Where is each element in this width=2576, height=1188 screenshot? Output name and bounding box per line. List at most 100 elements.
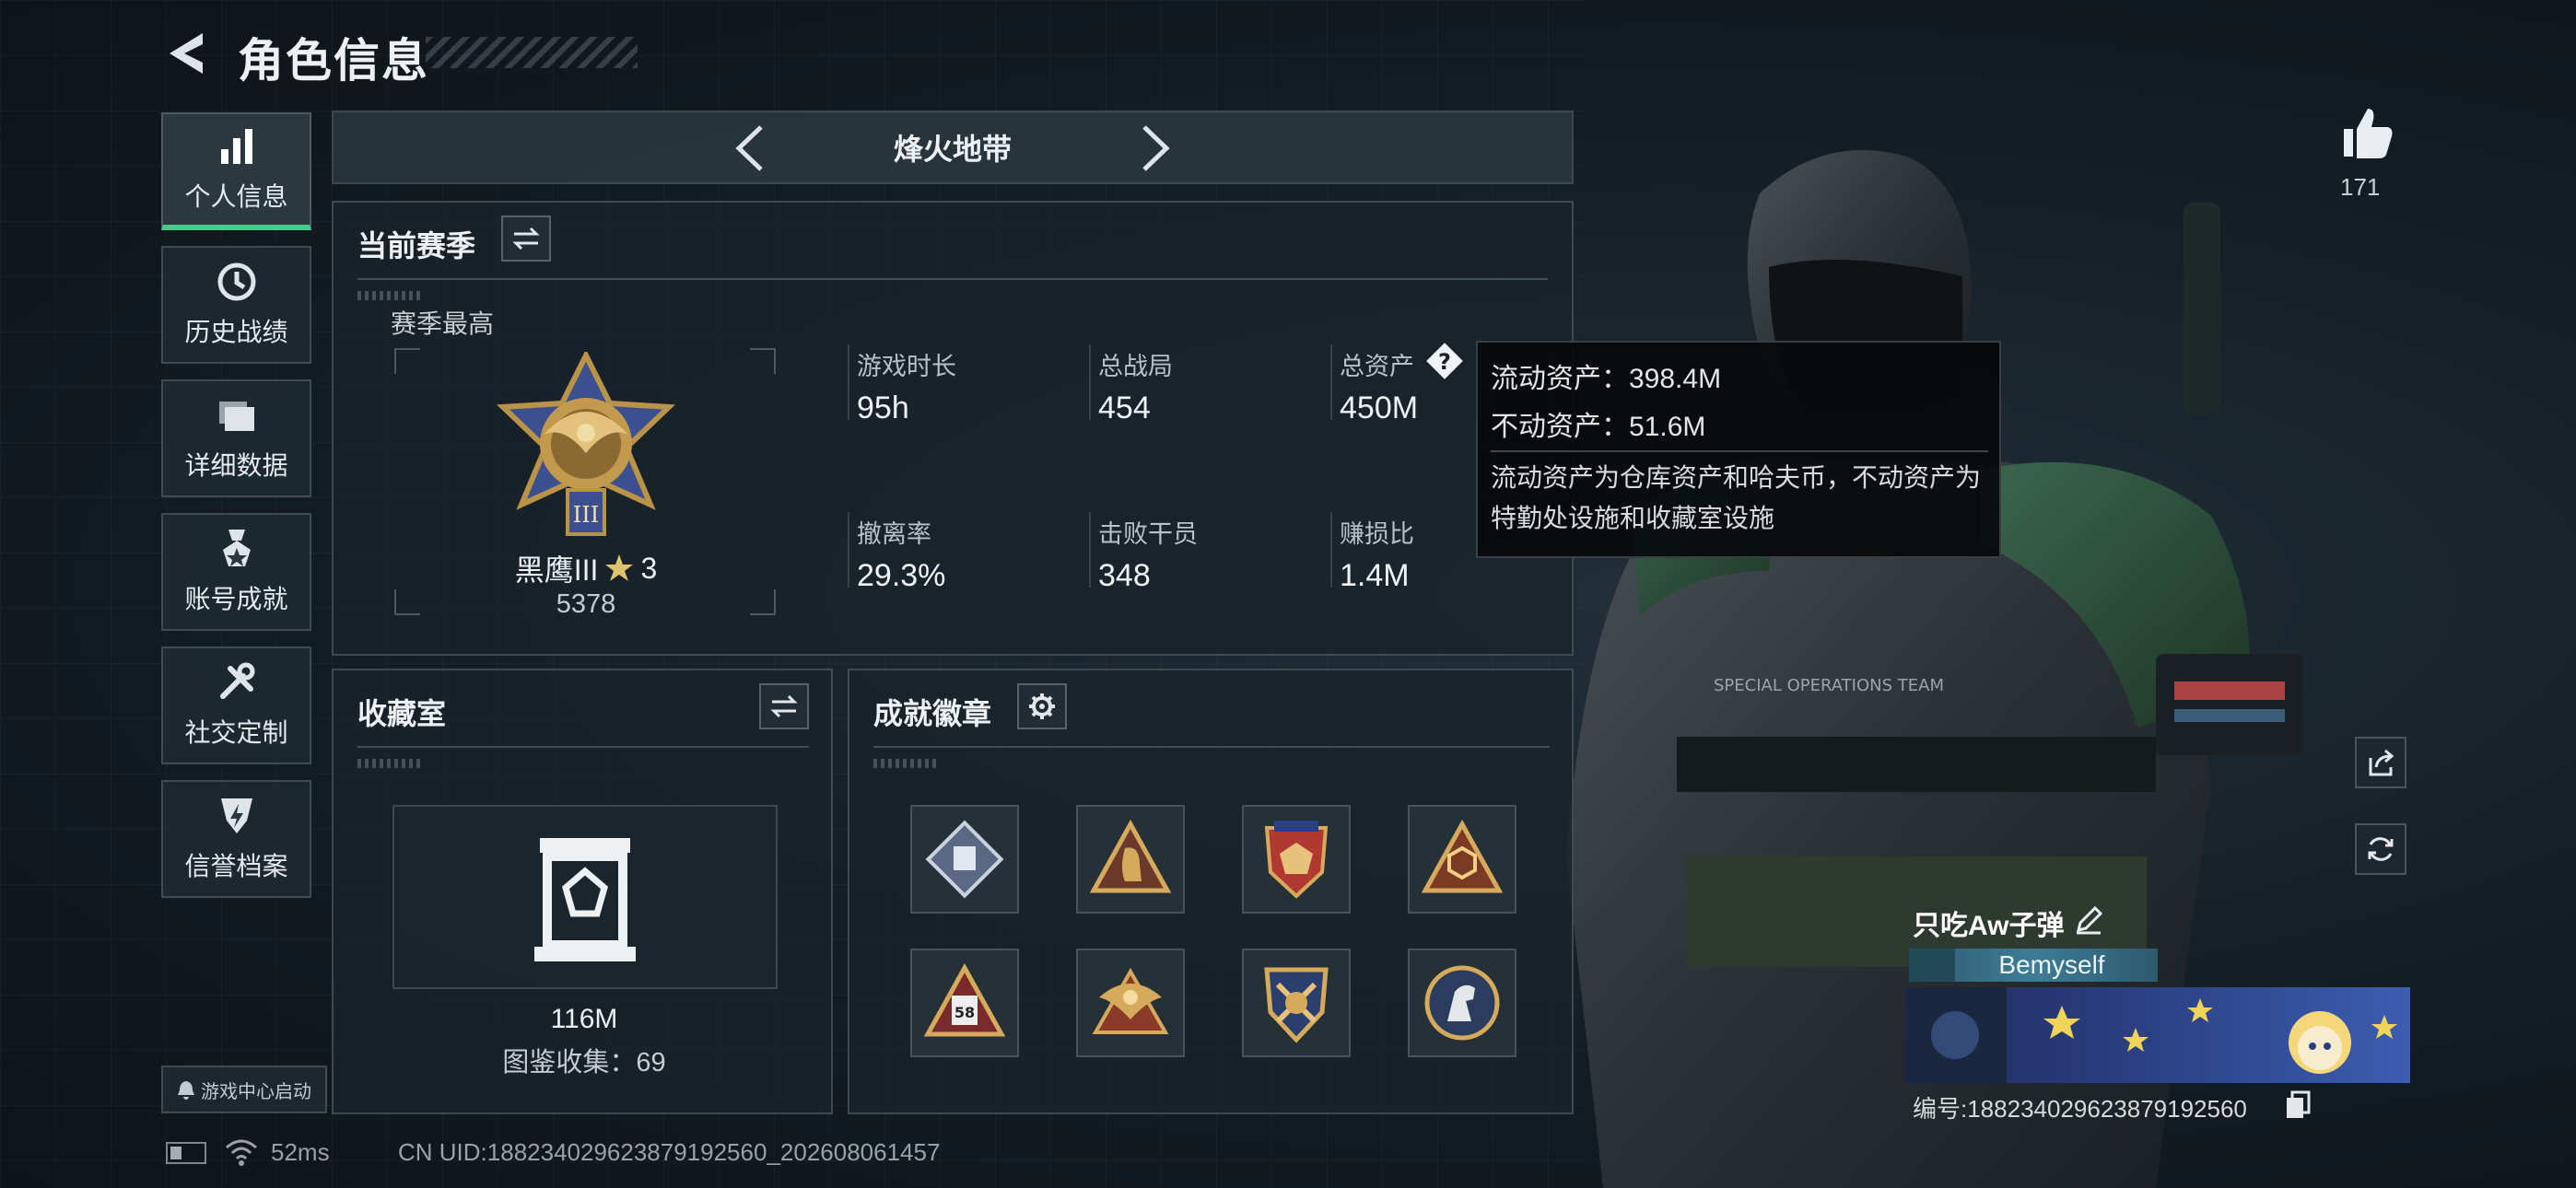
network-ping: 52ms (271, 1138, 330, 1166)
player-id: 编号:1882340296238791925​60 (1913, 1095, 2247, 1123)
refresh-icon (2368, 837, 2394, 861)
stat-profit-value: 1.4M (1340, 558, 1410, 593)
collection-value: 116M (550, 1004, 618, 1034)
nav-label: 信誉档案 (184, 852, 288, 880)
cn-uid: CN UID:188234029623879192560_20260806145… (398, 1138, 941, 1166)
svg-text:SPECIAL OPERATIONS TEAM: SPECIAL OPERATIONS TEAM (1714, 676, 1944, 695)
medal-icon (222, 530, 251, 566)
stat-extract-value: 29.3% (857, 558, 946, 593)
stat-matches-label: 总战局 (1098, 353, 1173, 380)
rank-score: 5378 (556, 589, 616, 619)
black-hawk-rank-emblem: III (496, 352, 676, 536)
game-center-launch-label: 游戏中心启动 (201, 1081, 311, 1102)
tooltip-description: 流动资产为仓库资产和哈夫币，不动资产为特勤处设施和收藏室设施 (1491, 463, 1982, 532)
back-arrow-icon[interactable] (164, 28, 210, 79)
rank-name: 黑鹰III (514, 553, 599, 587)
refresh-button[interactable] (2355, 823, 2406, 875)
folder-icon (218, 402, 254, 431)
copy-icon[interactable] (2285, 1090, 2311, 1120)
player-name: 只吃Aw子弹 (1913, 911, 2065, 941)
tooltip-liquid-assets: 流动资产：398.4M (1491, 364, 1722, 394)
tooltip-fixed-assets: 不动资产：51.6M (1491, 412, 1706, 442)
collection-heading: 收藏室 (357, 697, 447, 730)
nav-label: 历史战绩 (184, 318, 288, 346)
gear-icon (1029, 693, 1055, 719)
triangle-58-badge-icon: 58 (923, 962, 1006, 1037)
help-question-icon[interactable]: ? (1424, 341, 1465, 381)
nav-social-custom[interactable]: 社交定制 (161, 646, 311, 764)
achievement-badge[interactable] (1242, 805, 1351, 914)
collection-preview-frame[interactable] (392, 805, 778, 989)
stat-matches-value: 454 (1098, 390, 1151, 425)
swap-icon (770, 694, 798, 718)
stat-playtime-value: 95h (857, 390, 909, 425)
battery-icon (166, 1142, 206, 1164)
game-center-launch-badge[interactable]: 游戏中心启动 (161, 1066, 327, 1113)
achievement-badge[interactable] (1408, 949, 1516, 1057)
stat-playtime-label: 游戏时长 (857, 353, 956, 380)
page-title: 角色信息 (238, 35, 429, 87)
nav-label: 社交定制 (184, 718, 288, 747)
season-best-label: 赛季最高 (391, 309, 495, 338)
nav-detailed-data[interactable]: 详细数据 (161, 379, 311, 497)
hexagon-badge-icon (1421, 819, 1504, 893)
prev-mode-chevron-icon[interactable] (728, 123, 778, 173)
svg-text:III: III (573, 502, 599, 528)
mode-selector: 烽火地带 (332, 111, 1574, 184)
rank-name-row: 黑鹰III 3 (505, 547, 667, 589)
diamond-badge-icon (925, 820, 1004, 899)
nav-reputation[interactable]: 信誉档案 (161, 780, 311, 898)
star-icon (605, 554, 634, 581)
title-tag-label: Bemyself (1998, 950, 2105, 979)
bird-badge-icon (1089, 819, 1172, 893)
achievement-badge[interactable] (1242, 949, 1351, 1057)
achievement-badge[interactable] (1076, 805, 1185, 914)
achievement-badge[interactable]: 58 (910, 949, 1019, 1057)
collection-catalog: 图鉴收集：69 (502, 1048, 666, 1077)
achievement-badge[interactable] (1408, 805, 1516, 914)
assets-tooltip: 流动资产：398.4M 不动资产：51.6M 流动资产为仓库资产和哈夫币，不动资… (1476, 341, 2001, 558)
crossed-arrows-badge-icon (1264, 967, 1329, 1043)
nav-label: 账号成就 (184, 585, 288, 613)
player-title-tag[interactable]: Bemyself (1909, 949, 2158, 982)
collection-room-panel: 收藏室 116M 图鉴收集：69 (332, 669, 833, 1114)
achievement-badge[interactable] (1076, 949, 1185, 1057)
achievement-badge[interactable] (910, 805, 1019, 914)
bar-chart-icon (220, 129, 252, 164)
edit-pencil-icon[interactable] (2073, 904, 2104, 936)
share-icon (2369, 749, 2395, 776)
swap-icon (512, 227, 540, 250)
stat-assets-value: 450M (1340, 390, 1419, 425)
horse-badge-icon (1424, 965, 1500, 1041)
stat-kills-value: 348 (1098, 558, 1151, 593)
wifi-icon (226, 1139, 257, 1166)
like-count: 171 (2340, 173, 2381, 201)
bell-icon (178, 1081, 194, 1100)
achievement-badges-panel: 成就徽章 58 (848, 669, 1574, 1114)
stat-extract-label: 撤离率 (857, 520, 931, 548)
rank-stars: 3 (640, 551, 658, 585)
nav-personal-info[interactable]: 个人信息 (161, 112, 311, 230)
shield-star-badge-icon (1264, 821, 1329, 899)
nav-label: 详细数据 (184, 451, 288, 480)
achievements-settings-button[interactable] (1017, 683, 1067, 729)
clock-icon (217, 262, 255, 301)
title-tag-emblem (1909, 949, 1955, 982)
eagle-badge-icon (1092, 967, 1169, 1034)
shield-icon (220, 798, 252, 833)
share-button[interactable] (2355, 737, 2406, 788)
player-card-banner[interactable] (1905, 987, 2410, 1083)
collection-switch-button[interactable] (759, 683, 809, 729)
stat-assets-label: 总资产 (1340, 353, 1414, 380)
wrench-icon (219, 662, 254, 699)
badge-58-number: 58 (954, 1004, 975, 1021)
next-mode-chevron-icon[interactable] (1128, 123, 1177, 173)
season-switch-button[interactable] (501, 215, 551, 262)
nav-history[interactable]: 历史战绩 (161, 246, 311, 364)
thumbs-up-icon[interactable] (2336, 103, 2395, 162)
nav-label: 个人信息 (184, 182, 288, 211)
mode-title: 烽火地带 (893, 133, 1012, 166)
stat-kills-label: 击败干员 (1098, 520, 1198, 548)
nav-achievements[interactable]: 账号成就 (161, 513, 311, 631)
svg-text:?: ? (1438, 349, 1451, 375)
